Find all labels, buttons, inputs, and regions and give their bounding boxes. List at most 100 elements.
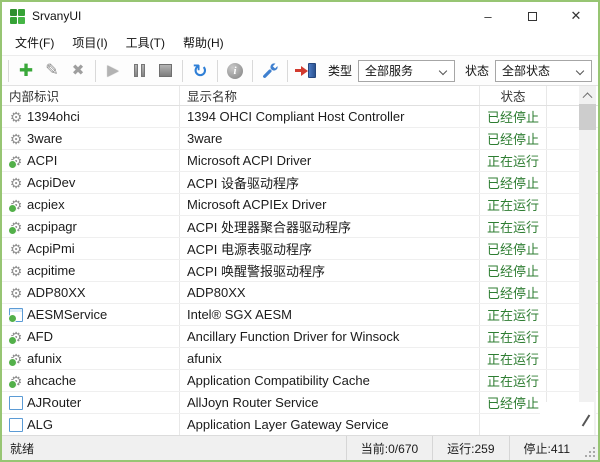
table-row[interactable]: ACPI Microsoft ACPI Driver 正在运行 xyxy=(2,150,598,172)
minimize-icon: – xyxy=(484,8,492,24)
table-row[interactable]: ALG Application Layer Gateway Service xyxy=(2,414,598,435)
service-status: 已经停止 xyxy=(480,106,547,127)
close-icon: ✕ xyxy=(570,8,582,23)
menu-tools[interactable]: 工具(T) xyxy=(117,31,174,54)
delete-service-button[interactable]: ✖ xyxy=(65,58,91,84)
service-id: 3ware xyxy=(27,131,63,146)
add-service-button[interactable]: ✚ xyxy=(13,58,39,84)
service-icon xyxy=(9,396,23,410)
resize-grip[interactable] xyxy=(584,436,598,460)
service-icon xyxy=(8,220,23,235)
pause-service-button[interactable] xyxy=(126,58,152,84)
column-header-internal-id[interactable]: 内部标识 xyxy=(2,86,180,105)
service-icon xyxy=(8,330,23,345)
tooltip-placeholder xyxy=(540,402,594,435)
table-row[interactable]: afunix afunix 正在运行 xyxy=(2,348,598,370)
vertical-scrollbar[interactable] xyxy=(579,86,596,435)
service-id: AcpiDev xyxy=(27,175,76,190)
table-row[interactable]: AJRouter AllJoyn Router Service 已经停止 xyxy=(2,392,598,414)
service-icon xyxy=(8,352,23,367)
table-row[interactable]: 3ware 3ware 已经停止 xyxy=(2,128,598,150)
maximize-button[interactable] xyxy=(510,2,554,30)
menu-item[interactable]: 项目(I) xyxy=(63,31,116,54)
service-status xyxy=(480,414,547,435)
info-icon: i xyxy=(227,62,243,79)
scroll-up-button[interactable] xyxy=(579,86,596,103)
state-filter-value: 全部状态 xyxy=(502,64,551,78)
close-button[interactable]: ✕ xyxy=(554,2,598,30)
start-icon: ▶ xyxy=(107,62,119,79)
service-status: 已经停止 xyxy=(480,172,547,193)
column-header-status[interactable]: 状态 xyxy=(480,86,547,105)
wrench-icon xyxy=(262,62,279,78)
service-icon xyxy=(9,242,23,256)
exit-button[interactable] xyxy=(292,58,318,84)
toolbar-separator xyxy=(252,59,253,82)
service-id: acpitime xyxy=(27,263,76,278)
service-id: AJRouter xyxy=(27,395,82,410)
service-id: AFD xyxy=(27,329,53,344)
table-row[interactable]: acpipagr ACPI 处理器聚合器驱动程序 正在运行 xyxy=(2,216,598,238)
service-name: afunix xyxy=(180,348,480,369)
service-id: ACPI xyxy=(27,153,58,168)
edit-service-button[interactable]: ✎ xyxy=(39,58,65,84)
service-name: 1394 OHCI Compliant Host Controller xyxy=(180,106,480,127)
toolbar-separator xyxy=(287,59,288,82)
ready-status: 就绪 xyxy=(10,441,35,456)
stop-service-button[interactable] xyxy=(152,58,178,84)
table-row[interactable]: AESMService Intel® SGX AESM 正在运行 xyxy=(2,304,598,326)
column-header-display-name[interactable]: 显示名称 xyxy=(180,86,480,105)
service-id: acpiex xyxy=(27,197,65,212)
toolbar: ✚ ✎ ✖ ▶ ↻ i 类型 全部服务 状态 全部状态 xyxy=(2,55,598,86)
table-row[interactable]: AcpiPmi ACPI 电源表驱动程序 已经停止 xyxy=(2,238,598,260)
state-filter-select[interactable]: 全部状态 xyxy=(495,59,593,82)
service-name: Intel® SGX AESM xyxy=(180,304,480,325)
service-status: 正在运行 xyxy=(480,348,547,369)
toolbar-separator xyxy=(95,59,96,82)
table-row[interactable]: AcpiDev ACPI 设备驱动程序 已经停止 xyxy=(2,172,598,194)
chevron-down-icon xyxy=(575,66,585,75)
type-filter-select[interactable]: 全部服务 xyxy=(358,59,456,82)
service-icon xyxy=(8,198,23,213)
stopped-count: 停止:411 xyxy=(508,436,584,460)
type-filter-value: 全部服务 xyxy=(365,64,414,78)
table-row[interactable]: ahcache Application Compatibility Cache … xyxy=(2,370,598,392)
table-row[interactable]: ADP80XX ADP80XX 已经停止 xyxy=(2,282,598,304)
service-status: 已经停止 xyxy=(480,238,547,259)
table-row[interactable]: acpiex Microsoft ACPIEx Driver 正在运行 xyxy=(2,194,598,216)
service-name: Ancillary Function Driver for Winsock xyxy=(180,326,480,347)
service-name: Application Layer Gateway Service xyxy=(180,414,480,435)
service-status: 正在运行 xyxy=(480,216,547,237)
window-title: SrvanyUI xyxy=(32,9,82,23)
maximize-icon xyxy=(527,11,537,21)
service-name: Microsoft ACPIEx Driver xyxy=(180,194,480,215)
service-id: afunix xyxy=(27,351,62,366)
table-row[interactable]: 1394ohci 1394 OHCI Compliant Host Contro… xyxy=(2,106,598,128)
app-logo-icon xyxy=(10,8,25,24)
scrollbar-thumb[interactable] xyxy=(579,104,596,130)
service-id: ahcache xyxy=(27,373,77,388)
exit-icon xyxy=(294,63,316,78)
table-row[interactable]: AFD Ancillary Function Driver for Winsoc… xyxy=(2,326,598,348)
service-id: ALG xyxy=(27,417,54,432)
service-icon xyxy=(9,286,23,300)
start-service-button[interactable]: ▶ xyxy=(100,58,126,84)
refresh-button[interactable]: ↻ xyxy=(187,58,213,84)
table-row[interactable]: acpitime ACPI 唤醒警报驱动程序 已经停止 xyxy=(2,260,598,282)
mouse-cursor xyxy=(581,414,591,427)
info-button[interactable]: i xyxy=(222,58,248,84)
menu-file[interactable]: 文件(F) xyxy=(6,31,63,54)
service-name: Microsoft ACPI Driver xyxy=(180,150,480,171)
chevron-up-icon xyxy=(582,92,593,103)
service-status: 正在运行 xyxy=(480,370,547,391)
title-bar: SrvanyUI – ✕ xyxy=(2,2,598,30)
service-name: Application Compatibility Cache xyxy=(180,370,480,391)
service-status: 已经停止 xyxy=(480,128,547,149)
settings-button[interactable] xyxy=(257,58,283,84)
service-status: 正在运行 xyxy=(480,150,547,171)
minimize-button[interactable]: – xyxy=(466,2,510,30)
toolbar-separator xyxy=(8,59,9,82)
service-id: AcpiPmi xyxy=(27,241,75,256)
refresh-icon: ↻ xyxy=(192,60,208,81)
menu-help[interactable]: 帮助(H) xyxy=(174,31,233,54)
